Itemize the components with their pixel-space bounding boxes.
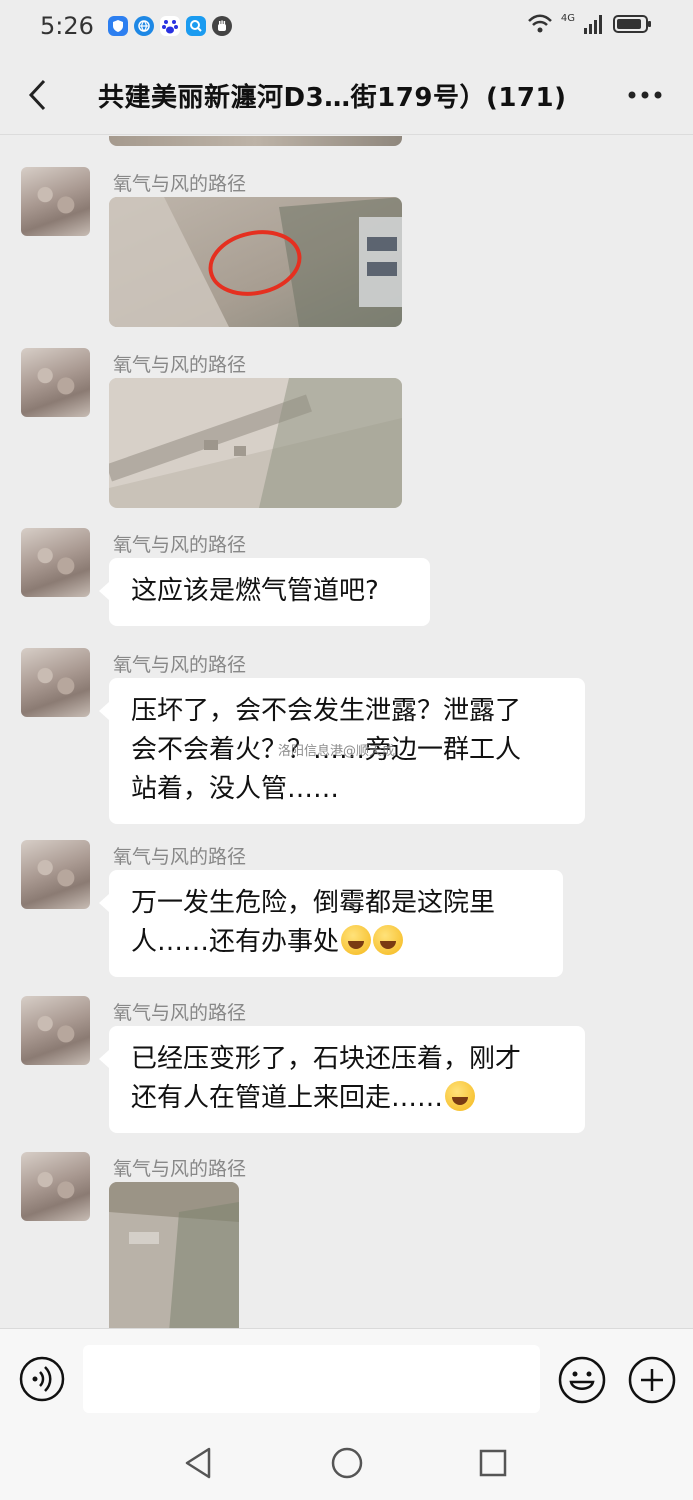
avatar[interactable] bbox=[21, 1152, 90, 1221]
more-functions-button[interactable] bbox=[627, 1355, 677, 1405]
laugh-cry-emoji-icon bbox=[445, 1081, 476, 1111]
sender-name: 氧气与风的路径 bbox=[113, 534, 247, 556]
input-bar bbox=[0, 1328, 693, 1430]
sender-name: 氧气与风的路径 bbox=[113, 354, 247, 376]
chevron-left-icon bbox=[28, 79, 46, 111]
wifi-icon bbox=[527, 13, 553, 39]
avatar[interactable] bbox=[21, 648, 90, 717]
voice-icon bbox=[19, 1356, 65, 1402]
avatar[interactable] bbox=[21, 348, 90, 417]
laugh-cry-emoji-icon bbox=[341, 925, 372, 955]
shield-app-icon bbox=[107, 16, 128, 36]
message-text-line: 压坏了，会不会发生泄露？泄露了 bbox=[131, 696, 522, 726]
smiley-icon bbox=[558, 1356, 606, 1404]
status-right: 4G bbox=[527, 13, 653, 39]
avatar[interactable] bbox=[21, 167, 90, 236]
nav-recent-apps-button[interactable] bbox=[478, 1448, 508, 1482]
message-image[interactable] bbox=[109, 1182, 239, 1328]
avatar[interactable] bbox=[21, 996, 90, 1065]
sender-name: 氧气与风的路径 bbox=[113, 654, 247, 676]
avatar[interactable] bbox=[21, 840, 90, 909]
laugh-cry-emoji-icon bbox=[373, 925, 404, 955]
message-bubble[interactable]: 已经压变形了，石块还压着，刚才 还有人在管道上来回走…… bbox=[99, 1026, 585, 1133]
baidu-app-icon bbox=[159, 16, 180, 36]
message-text-line: 站着，没人管…… bbox=[131, 774, 340, 804]
back-button[interactable] bbox=[18, 75, 58, 115]
square-recent-icon bbox=[479, 1449, 507, 1477]
message-bubble[interactable]: 这应该是燃气管道吧? bbox=[99, 558, 430, 626]
sender-name: 氧气与风的路径 bbox=[113, 1158, 247, 1180]
search-app-icon bbox=[185, 16, 206, 36]
message-bubble[interactable]: 万一发生危险，倒霉都是这院里 人……还有办事处 bbox=[99, 870, 563, 977]
message-text-line: 万一发生危险，倒霉都是这院里 bbox=[131, 888, 496, 918]
chat-header: 共建美丽新瀍河D3…街179号）(171) bbox=[0, 55, 693, 135]
browser-app-icon bbox=[133, 16, 154, 36]
sender-name: 氧气与风的路径 bbox=[113, 173, 247, 195]
network-type: 4G bbox=[560, 12, 575, 24]
system-nav-bar bbox=[0, 1430, 693, 1500]
chat-message-list[interactable]: 氧气与风的路径 氧气与风的路径 氧气与风的路径 这应该是燃气管道吧? 氧气与风的… bbox=[0, 136, 693, 1328]
message-text-line: 已经压变形了，石块还压着，刚才 bbox=[131, 1044, 522, 1074]
more-button[interactable] bbox=[625, 75, 665, 115]
avatar[interactable] bbox=[21, 528, 90, 597]
message-input[interactable] bbox=[83, 1345, 540, 1413]
sender-name: 氧气与风的路径 bbox=[113, 846, 247, 868]
emoji-button[interactable] bbox=[557, 1355, 607, 1405]
previous-image-tail[interactable] bbox=[109, 136, 402, 146]
message-image[interactable] bbox=[109, 197, 402, 327]
signal-icon bbox=[583, 13, 605, 39]
watermark-text: 洛阳信息港@顺天成 bbox=[278, 744, 396, 759]
circle-home-icon bbox=[331, 1447, 363, 1479]
sender-name: 氧气与风的路径 bbox=[113, 1002, 247, 1024]
status-time: 5:26 bbox=[40, 12, 94, 40]
status-app-icons bbox=[107, 16, 232, 36]
message-text-line: 这应该是燃气管道吧? bbox=[131, 576, 379, 606]
chat-title[interactable]: 共建美丽新瀍河D3…街179号）(171) bbox=[98, 77, 566, 114]
voice-button[interactable] bbox=[18, 1355, 66, 1403]
message-text-line: 还有人在管道上来回走…… bbox=[131, 1083, 444, 1113]
message-text-line: 人……还有办事处 bbox=[131, 927, 340, 957]
hand-app-icon bbox=[211, 16, 232, 36]
message-image[interactable] bbox=[109, 378, 402, 508]
nav-home-button[interactable] bbox=[330, 1446, 364, 1484]
status-bar: 5:26 4G bbox=[0, 0, 693, 52]
nav-back-button[interactable] bbox=[183, 1446, 213, 1484]
plus-icon bbox=[628, 1356, 676, 1404]
more-dots-icon bbox=[628, 91, 662, 99]
battery-icon bbox=[613, 13, 653, 39]
triangle-back-icon bbox=[185, 1447, 211, 1479]
